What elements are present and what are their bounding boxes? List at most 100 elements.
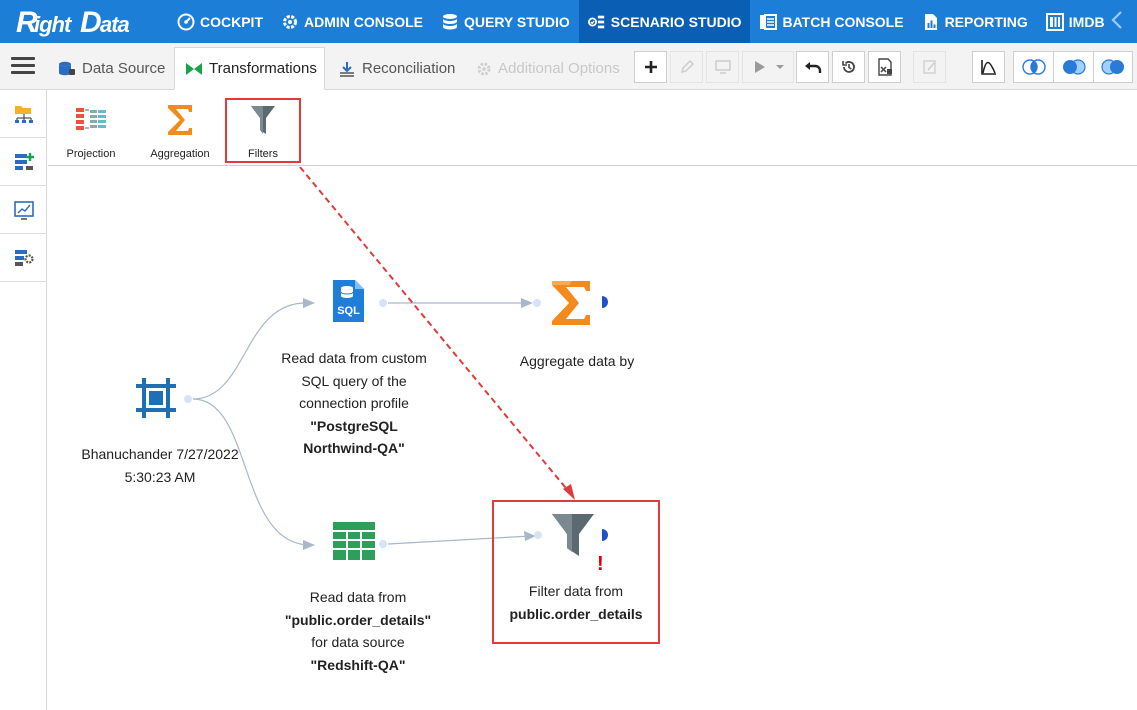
hamburger-menu-icon[interactable] (11, 57, 35, 75)
tab-transformations[interactable]: Transformations (174, 47, 325, 90)
notes-button[interactable] (913, 51, 946, 83)
curve-chart-icon (980, 60, 996, 75)
play-icon (755, 61, 765, 73)
table-node-line3: for data source (311, 634, 405, 650)
sql-node-icon-text: SQL (337, 305, 360, 317)
palette-projection-label: Projection (66, 148, 116, 160)
chart-toggle-button[interactable] (972, 51, 1005, 83)
left-join-icon (1062, 59, 1086, 75)
table-node-line4: "Redshift-QA" (310, 656, 406, 673)
filter-node-warning: ! (597, 553, 604, 575)
edit-icon (680, 59, 694, 74)
nav-query-studio[interactable]: QUERY STUDIO (432, 0, 579, 43)
rightdata-logo: R ight D ata (16, 7, 131, 37)
export-button[interactable] (868, 51, 901, 83)
svg-text:ight: ight (34, 12, 73, 37)
filter-node-line1: Filter data from (528, 583, 624, 599)
history-icon (841, 61, 855, 73)
run-button[interactable] (742, 51, 794, 83)
tab-transformations-label: Transformations (209, 60, 317, 77)
table-node-icon[interactable] (332, 521, 376, 566)
nav-query-studio-label: QUERY STUDIO (464, 13, 570, 30)
source-node-label: Bhanuchander 7/27/2022 5:30:23 AM (68, 443, 252, 488)
nav-collapse-chevron-icon[interactable] (1111, 10, 1123, 35)
notes-icon (922, 60, 936, 74)
tab-reconciliation[interactable]: Reconciliation (328, 47, 465, 90)
sql-node-line1: Read data from custom (281, 350, 427, 366)
dashboard-icon (13, 200, 34, 220)
additional-options-icon (476, 61, 492, 77)
table-node-line1: Read data from (309, 589, 407, 605)
data-source-icon (58, 61, 76, 77)
filter-node-label: Filter data from public.order_details (492, 580, 660, 625)
source-node-icon[interactable] (135, 377, 177, 424)
nav-admin-console[interactable]: ADMIN CONSOLE (272, 0, 432, 43)
report-icon (922, 13, 940, 31)
source-node-line1: Bhanuchander 7/27/2022 (81, 446, 239, 462)
undo-icon (804, 62, 821, 73)
reconciliation-icon (338, 61, 356, 77)
projection-icon (74, 100, 108, 140)
nav-scenario-studio-label: SCENARIO STUDIO (610, 13, 742, 30)
nav-batch-console-label: BATCH CONSOLE (782, 13, 904, 30)
scenario-canvas[interactable]: Bhanuchander 7/27/2022 5:30:23 AM SQL Re… (48, 167, 1137, 710)
tab-data-source-label: Data Source (82, 60, 166, 77)
palette-projection[interactable]: Projection (66, 100, 116, 160)
sigma-icon (166, 100, 194, 140)
sidebar-item-settings-node[interactable] (0, 234, 47, 282)
sidebar-item-folder-tree[interactable] (0, 90, 47, 138)
aggregate-node-line1: Aggregate data by (519, 353, 635, 369)
undo-button[interactable] (796, 51, 829, 83)
edit-button[interactable] (670, 51, 703, 83)
history-button[interactable] (832, 51, 865, 83)
sidebar-item-add-node[interactable] (0, 138, 47, 186)
nav-imdb[interactable]: IMDB (1037, 0, 1114, 43)
left-sidebar (0, 90, 47, 710)
aggregate-node-icon[interactable] (550, 279, 592, 332)
filter-node-line2: public.order_details (509, 605, 643, 622)
right-join-button[interactable] (1093, 51, 1133, 83)
tab-reconciliation-label: Reconciliation (362, 60, 456, 77)
nav-batch-console[interactable]: BATCH CONSOLE (750, 0, 912, 43)
chevron-down-icon (776, 65, 784, 69)
nav-reporting[interactable]: REPORTING (913, 0, 1037, 43)
nav-reporting-label: REPORTING (944, 13, 1028, 30)
inner-join-button[interactable] (1013, 51, 1053, 83)
svg-text:ata: ata (100, 12, 130, 37)
tab-bar: Data Source Transformations Reconciliati… (0, 43, 1137, 90)
scenario-icon (587, 13, 606, 31)
gear-icon (281, 13, 299, 31)
sql-node-label: Read data from custom SQL query of the c… (262, 347, 446, 460)
top-navigation-bar: R ight D ata COCKPIT ADMIN CONSOLE QUERY… (0, 0, 1137, 43)
main-nav: COCKPIT ADMIN CONSOLE QUERY STUDIO SCENA… (168, 0, 1114, 43)
palette-aggregation[interactable]: Aggregation (149, 100, 211, 160)
tab-data-source[interactable]: Data Source (48, 47, 175, 90)
inner-join-icon (1021, 59, 1046, 75)
sql-node-line3: connection profile (299, 395, 409, 411)
left-join-button[interactable] (1053, 51, 1093, 83)
sql-node-line5: Northwind-QA" (303, 440, 405, 456)
export-icon (877, 58, 892, 76)
filters-highlight-box (225, 98, 301, 163)
add-button[interactable] (634, 51, 667, 83)
sql-node-icon[interactable]: SQL (331, 279, 365, 328)
source-node-line2: 5:30:23 AM (124, 468, 196, 485)
monitor-button[interactable] (706, 51, 739, 83)
nav-scenario-studio[interactable]: SCENARIO STUDIO (578, 0, 751, 43)
database-icon (441, 13, 459, 31)
nav-cockpit[interactable]: COCKPIT (168, 0, 272, 43)
monitor-icon (714, 60, 731, 74)
app-logo[interactable]: R ight D ata (16, 6, 138, 38)
sql-node-line4: "PostgreSQL (310, 417, 398, 434)
batch-icon (759, 13, 778, 31)
aggregate-node-label: Aggregate data by (492, 350, 662, 373)
plus-icon (644, 61, 657, 73)
sidebar-item-dashboard[interactable] (0, 186, 47, 234)
cockpit-icon (177, 13, 195, 31)
settings-node-icon (14, 249, 34, 266)
add-node-icon (14, 152, 34, 170)
sql-node-line2: SQL query of the (301, 372, 407, 389)
filter-node-icon[interactable] (551, 512, 595, 563)
tab-additional-options[interactable]: Additional Options (466, 47, 630, 90)
svg-text:D: D (80, 7, 101, 37)
